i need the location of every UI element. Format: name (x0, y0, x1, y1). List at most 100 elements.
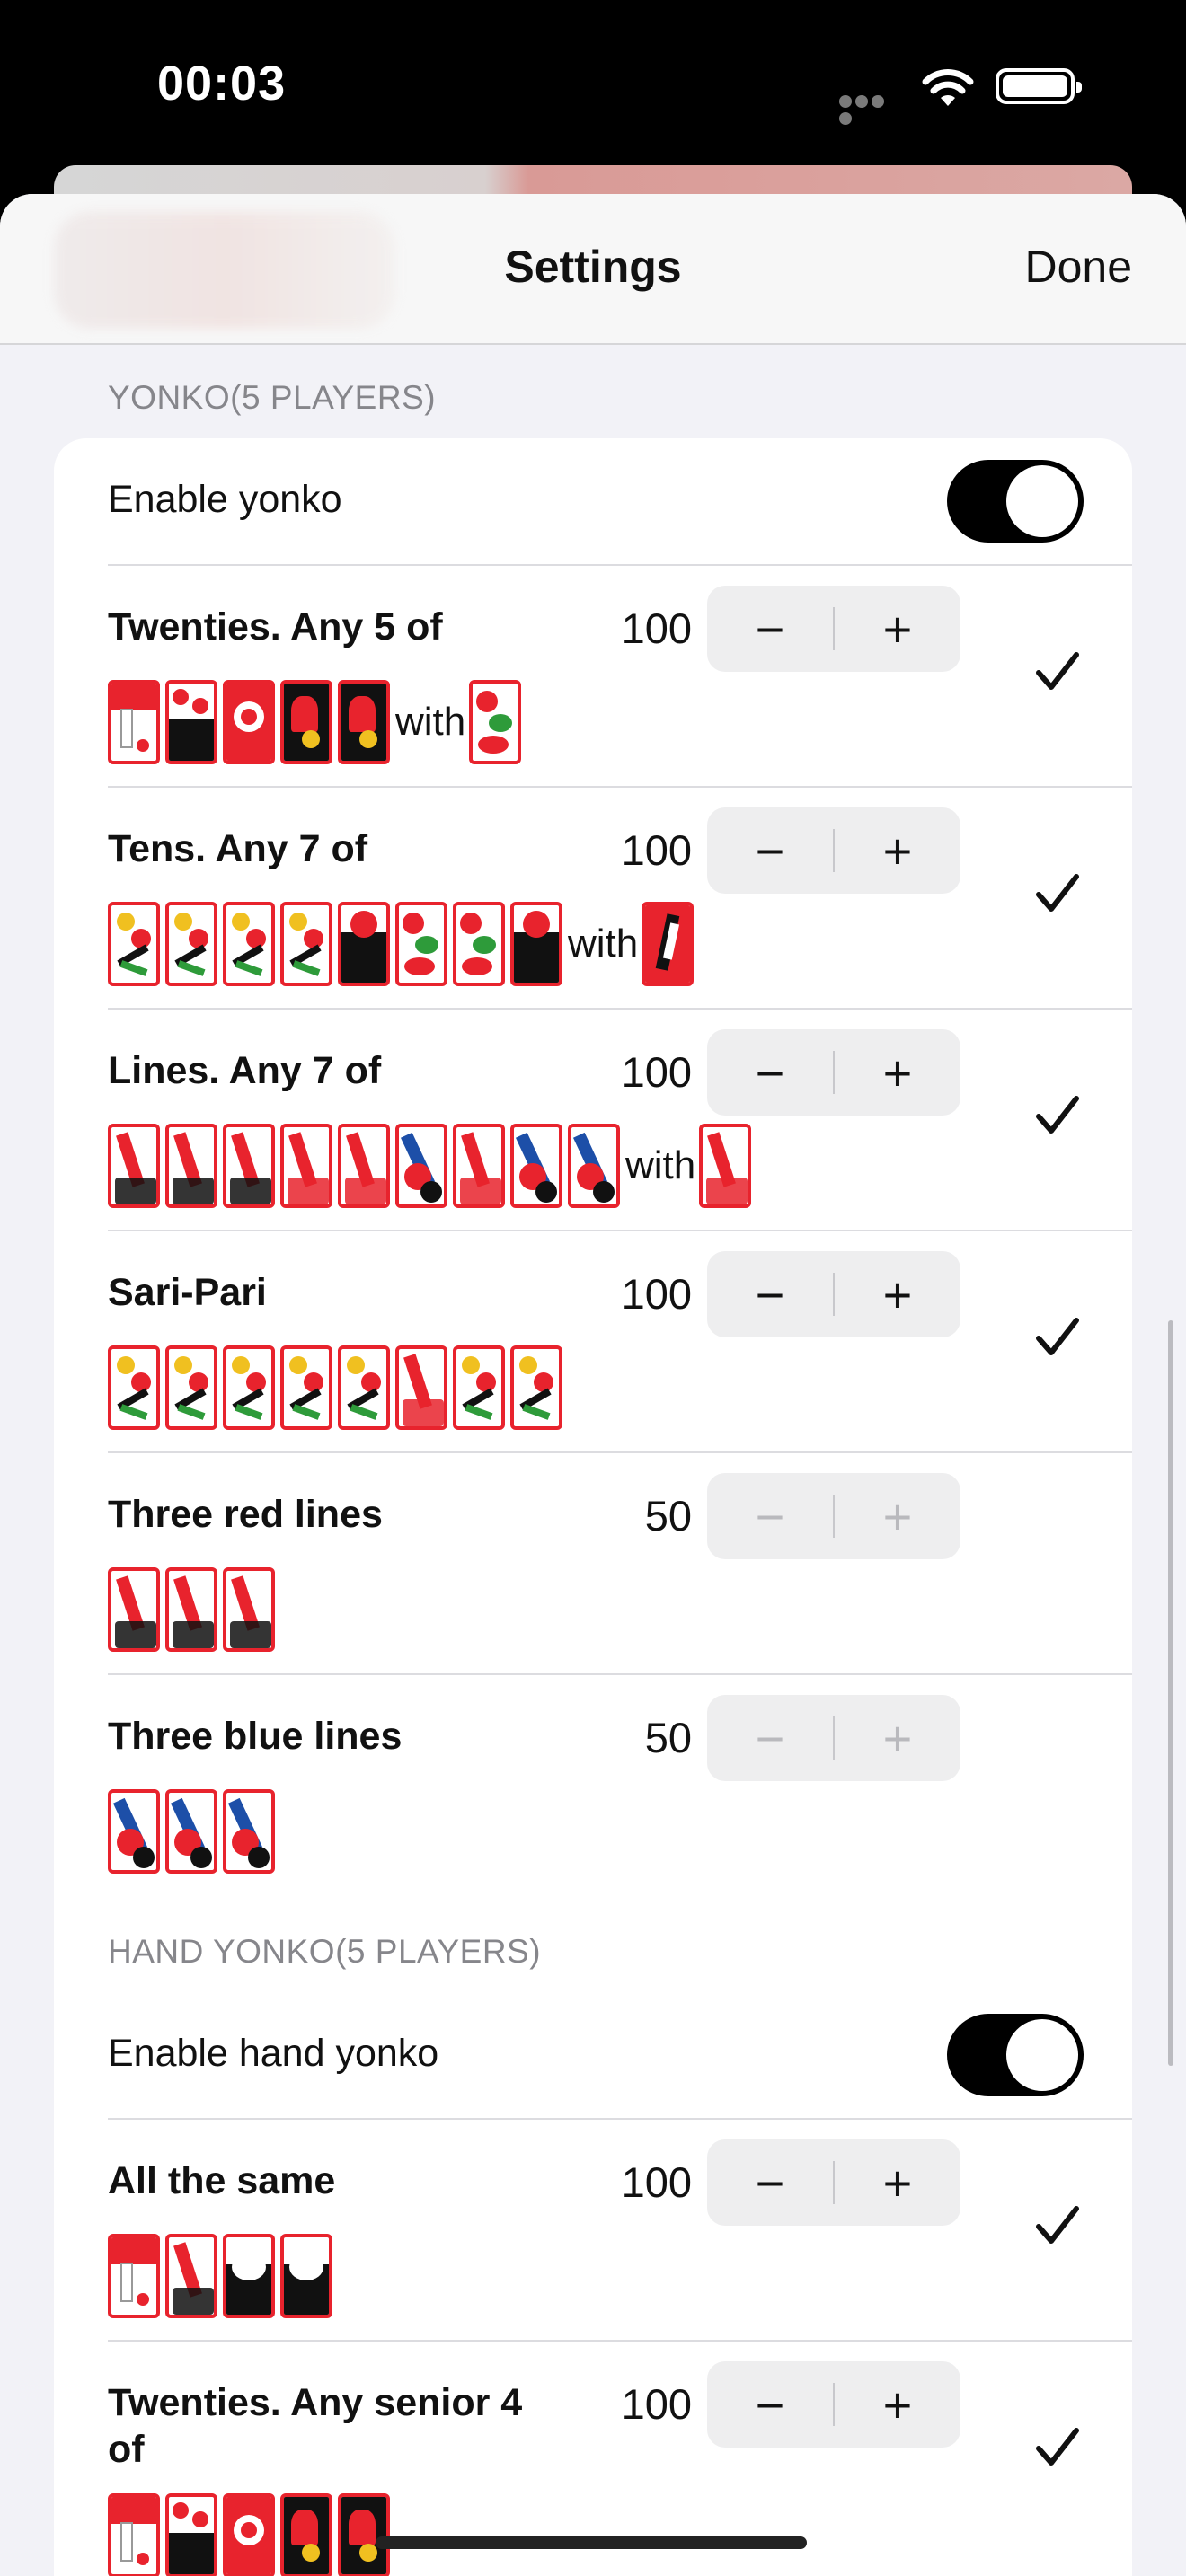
hanafuda-card-cuckoo (395, 902, 447, 986)
hanafuda-card-bush-warbler (453, 902, 505, 986)
enable-hand-yonko-switch[interactable] (947, 2014, 1084, 2096)
combination-points: 100 (621, 826, 692, 874)
hanafuda-card-curtain (165, 2493, 217, 2576)
settings-sheet: Settings Done YONKO(5 PLAYERS) Enable yo… (0, 194, 1186, 2576)
combination-title: Lines. Any 7 of (108, 1049, 382, 1092)
card-list (108, 2233, 338, 2319)
minus-icon[interactable]: − (707, 807, 833, 894)
points-stepper[interactable]: − + (707, 1473, 960, 1559)
points-stepper[interactable]: − + (707, 2361, 960, 2448)
plus-icon[interactable]: + (835, 1251, 960, 1337)
combination-row[interactable]: Tens. Any 7 of 100− + with (54, 786, 1132, 1009)
card-list (108, 1566, 280, 1653)
combination-points: 50 (644, 1714, 692, 1761)
card-list: with (108, 901, 699, 987)
hanafuda-card-pine (223, 1345, 275, 1430)
scroll-indicator[interactable] (1168, 1320, 1173, 2066)
hanafuda-card-red-poem-cherry (223, 1124, 275, 1208)
row-separator (108, 1451, 1132, 1453)
section-header-hand-yonko: HAND YONKO(5 PLAYERS) (108, 1933, 542, 1970)
plus-icon[interactable]: + (835, 1473, 960, 1559)
plus-icon[interactable]: + (835, 586, 960, 672)
hanafuda-card-bush-warbler (469, 680, 522, 764)
row-separator (108, 786, 1132, 788)
hanafuda-card-crane (108, 680, 160, 764)
plus-icon[interactable]: + (835, 1029, 960, 1116)
hanafuda-card-phoenix (280, 680, 332, 764)
hanafuda-card-maple (510, 1345, 562, 1430)
points-stepper[interactable]: − + (707, 2139, 960, 2226)
hanafuda-card-red-poem (165, 2234, 217, 2318)
enable-hand-yonko-label: Enable hand yonko (108, 2032, 439, 2075)
hanafuda-card-rain-man (338, 680, 390, 764)
hanafuda-card-red-ribbon (395, 1345, 447, 1430)
hanafuda-card-rain-man (338, 2493, 390, 2576)
enable-hand-yonko-row: Enable hand yonko (54, 1992, 1132, 2118)
plus-icon[interactable]: + (835, 2139, 960, 2226)
hanafuda-card-crane (108, 2493, 160, 2576)
checkmark-icon (1036, 1096, 1079, 1134)
card-list: with (108, 679, 527, 765)
points-stepper[interactable]: − + (707, 1695, 960, 1781)
combination-row[interactable]: Twenties. Any 5 of 100− + with (54, 564, 1132, 787)
combination-points: 100 (621, 604, 692, 652)
enable-yonko-switch[interactable] (947, 460, 1084, 543)
combination-points: 100 (621, 1270, 692, 1318)
minus-icon[interactable]: − (707, 1473, 833, 1559)
combination-row[interactable]: Three blue lines 50− + (54, 1673, 1132, 1896)
points-stepper[interactable]: − + (707, 1251, 960, 1337)
minus-icon[interactable]: − (707, 1695, 833, 1781)
home-indicator[interactable] (376, 2536, 807, 2549)
card-list (108, 1788, 280, 1875)
combination-title: Twenties. Any senior 4 of (108, 2381, 523, 2471)
points-stepper[interactable]: − + (707, 807, 960, 894)
combination-row[interactable]: Twenties. Any senior 4 of 100− + (54, 2340, 1132, 2576)
combination-points: 100 (621, 1048, 692, 1096)
card-list: with (108, 1123, 757, 1209)
combination-title: Three red lines (108, 1493, 383, 1536)
minus-icon[interactable]: − (707, 2139, 833, 2226)
hanafuda-card-geese (223, 902, 275, 986)
combination-points: 100 (621, 2380, 692, 2428)
done-button[interactable]: Done (1024, 241, 1132, 293)
combination-title: Three blue lines (108, 1715, 403, 1758)
combination-points: 100 (621, 2158, 692, 2206)
minus-icon[interactable]: − (707, 1251, 833, 1337)
hanafuda-card-red-willow (699, 1124, 752, 1208)
hanafuda-card-geese (108, 1345, 160, 1430)
points-stepper[interactable]: − + (707, 1029, 960, 1116)
hanafuda-card-blue-peony (395, 1124, 447, 1208)
combination-row[interactable]: Three red lines 50− + (54, 1451, 1132, 1674)
plus-icon[interactable]: + (835, 1695, 960, 1781)
hanafuda-card-blue-maple (223, 1789, 275, 1874)
hanafuda-card-red-poem (108, 1124, 160, 1208)
combination-title: Tens. Any 7 of (108, 827, 368, 870)
combination-row[interactable]: Lines. Any 7 of 100− + with (54, 1008, 1132, 1231)
section-header-yonko: YONKO(5 PLAYERS) (108, 379, 437, 416)
checkmark-icon (1036, 874, 1079, 912)
hanafuda-card-pine-plain2 (280, 2234, 332, 2318)
points-stepper[interactable]: − + (707, 586, 960, 672)
minus-icon[interactable]: − (707, 586, 833, 672)
hanafuda-card-butterflies (280, 902, 332, 986)
hanafuda-card-moon (223, 680, 275, 764)
hanafuda-card-red-clover (453, 1124, 505, 1208)
hanafuda-card-red-poem-plum (165, 1124, 217, 1208)
combination-row[interactable]: Sari-Pari 100− + (54, 1230, 1132, 1452)
hanafuda-card-blue-maple (568, 1124, 620, 1208)
with-label: with (625, 1143, 696, 1187)
minus-icon[interactable]: − (707, 1029, 833, 1116)
combination-row[interactable]: All the same 100− + (54, 2118, 1132, 2341)
signal-dots-icon (839, 95, 902, 125)
plus-icon[interactable]: + (835, 2361, 960, 2448)
hanafuda-card-red-poem (108, 1567, 160, 1652)
hand-yonko-group: Enable hand yonko All the same 100− + Twent… (54, 1992, 1132, 2576)
checkmark-icon (1036, 2206, 1079, 2244)
checkmark-icon (1036, 652, 1079, 690)
row-separator (108, 564, 1132, 566)
plus-icon[interactable]: + (835, 807, 960, 894)
card-list (108, 1345, 568, 1431)
minus-icon[interactable]: − (707, 2361, 833, 2448)
battery-icon (996, 68, 1082, 104)
card-list (108, 2492, 395, 2576)
